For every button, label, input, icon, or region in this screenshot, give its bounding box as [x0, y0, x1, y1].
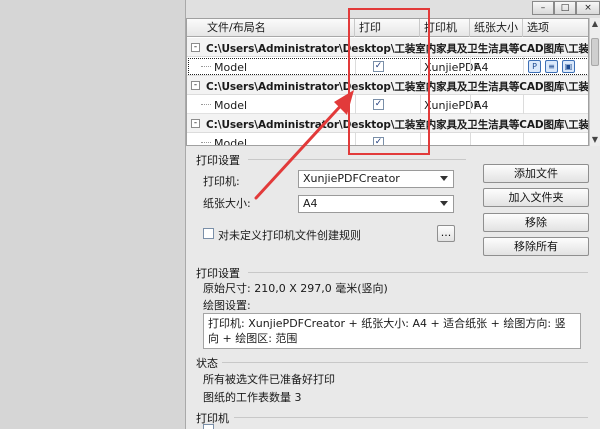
page-setup-icon[interactable]: ▣ [562, 60, 575, 73]
paper-size-cell: A4 [474, 61, 489, 74]
create-rule-label: 对未定义打印机文件创建规则 [218, 229, 361, 242]
col-header-paper-size[interactable]: 纸张大小 [470, 19, 523, 37]
scroll-down-icon[interactable]: ▼ [590, 134, 600, 146]
original-size-text: 原始尺寸: 210,0 X 297,0 毫米(竖向) [203, 282, 388, 295]
maximize-button[interactable]: □ [554, 1, 576, 15]
group-divider [248, 272, 588, 273]
layout-name: Model [214, 137, 248, 146]
pdf-print-icon[interactable]: P [528, 60, 541, 73]
remove-button[interactable]: 移除 [483, 213, 589, 232]
printer-cell: XunjiePDF [424, 99, 480, 112]
collapse-icon[interactable]: - [191, 119, 200, 128]
plot-settings-box: 打印机: XunjiePDFCreator + 纸张大小: A4 + 适合纸张 … [203, 313, 581, 349]
close-button[interactable]: × [576, 1, 600, 15]
print-settings-title: 打印设置 [196, 154, 240, 167]
create-rule-checkbox[interactable] [203, 228, 214, 239]
col-header-file[interactable]: 文件/布局名 [187, 19, 355, 37]
printer-cell: XunjiePDF [424, 61, 480, 74]
paper-size-label: 纸张大小: [203, 197, 251, 210]
printer-label: 打印机: [203, 175, 240, 188]
group-divider [222, 362, 588, 363]
col-header-options[interactable]: 选项 [523, 19, 588, 37]
printer-option-checkbox[interactable] [203, 424, 214, 429]
collapse-icon[interactable]: - [191, 43, 200, 52]
chevron-down-icon [440, 176, 448, 181]
remove-all-button[interactable]: 移除所有 [483, 237, 589, 256]
group-divider [234, 417, 588, 418]
status-line-2: 图纸的工作表数量 3 [203, 391, 302, 404]
left-pane [0, 0, 186, 429]
paper-size-cell: A4 [474, 99, 489, 112]
status-line-1: 所有被选文件已准备好打印 [203, 373, 335, 386]
add-folder-button[interactable]: 加入文件夹 [483, 188, 589, 207]
grid-scrollbar[interactable]: ▲ ▼ [589, 18, 600, 146]
annotation-arrow [254, 90, 354, 200]
scroll-thumb[interactable] [591, 38, 599, 66]
layers-icon[interactable]: ≡ [545, 60, 558, 73]
minimize-button[interactable]: – [532, 1, 554, 15]
page-settings-title: 打印设置 [196, 267, 240, 280]
status-title: 状态 [196, 357, 218, 370]
layout-name: Model [214, 99, 248, 112]
chevron-down-icon [440, 201, 448, 206]
plot-settings-label: 绘图设置: [203, 299, 251, 312]
layout-name: Model [214, 61, 248, 74]
scroll-up-icon[interactable]: ▲ [590, 18, 600, 30]
highlight-box [348, 8, 430, 155]
collapse-icon[interactable]: - [191, 81, 200, 90]
add-file-button[interactable]: 添加文件 [483, 164, 589, 183]
rule-browse-button[interactable]: ... [437, 225, 455, 242]
